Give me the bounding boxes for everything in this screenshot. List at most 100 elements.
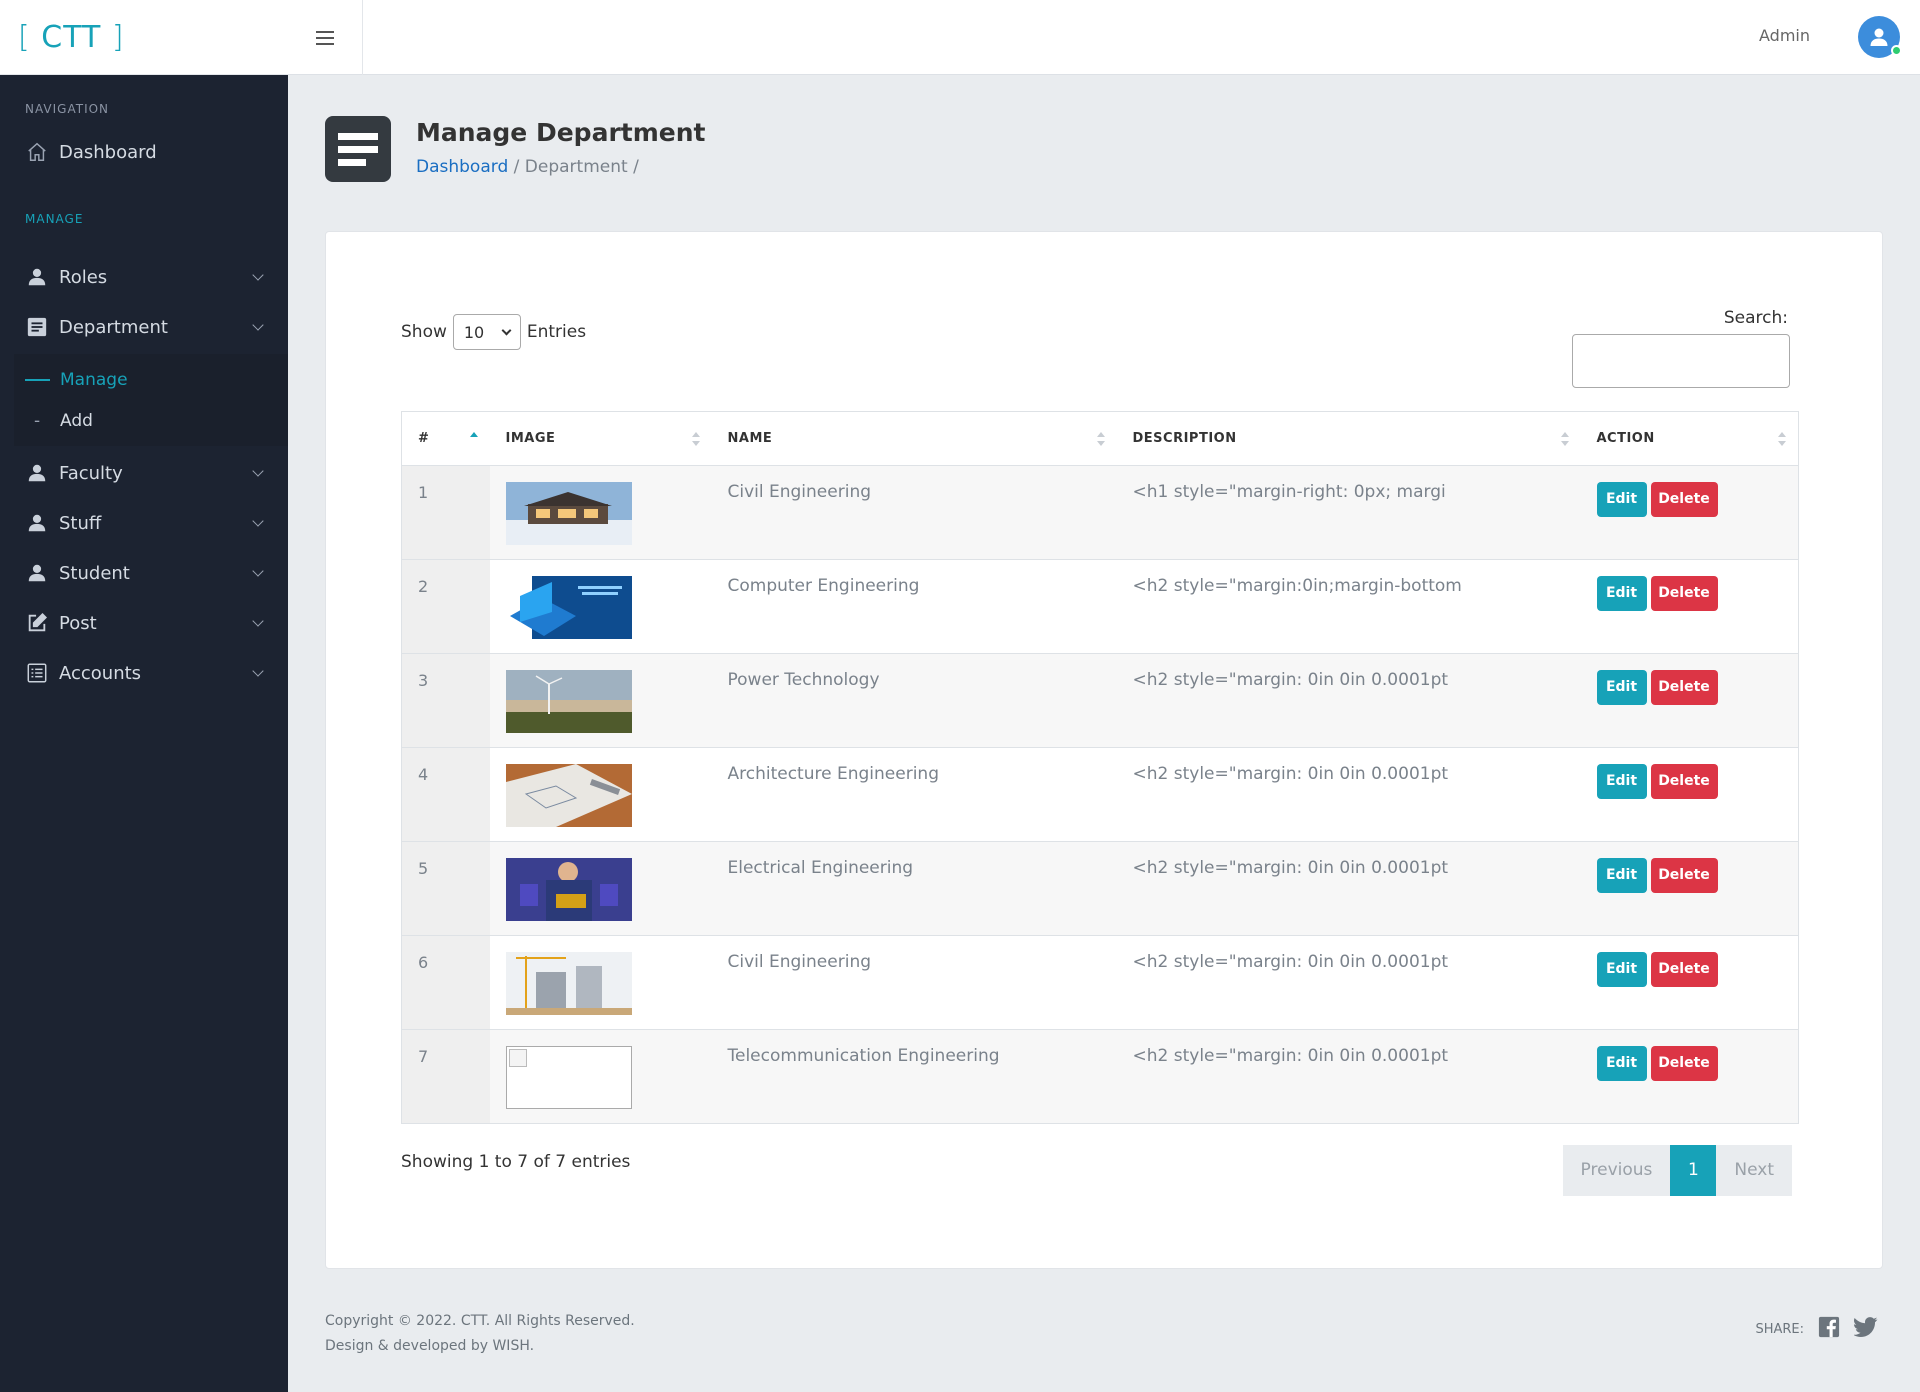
breadcrumb-current: Department [524, 157, 628, 177]
edit-button[interactable]: Edit [1596, 858, 1647, 893]
submenu-label: Manage [60, 370, 128, 390]
row-name: Civil Engineering [711, 935, 1117, 1030]
sidebar-item-label: Post [59, 612, 97, 634]
sidebar-item-accounts[interactable]: Accounts [0, 653, 288, 693]
breadcrumb-dashboard-link[interactable]: Dashboard [416, 157, 508, 177]
delete-button[interactable]: Delete [1650, 1046, 1718, 1081]
pagination: Previous 1 Next [1562, 1145, 1792, 1196]
facebook-icon[interactable] [1818, 1316, 1840, 1342]
delete-button[interactable]: Delete [1650, 858, 1718, 893]
sidebar-item-faculty[interactable]: Faculty [0, 453, 288, 493]
table-row: 1 Civil Engineering <h1 style="margin-ri… [401, 465, 1799, 560]
sidebar-item-department[interactable]: Department [0, 307, 288, 347]
user-icon [25, 561, 49, 585]
top-header: Admin [288, 0, 1920, 75]
edit-button[interactable]: Edit [1596, 764, 1647, 799]
edit-button[interactable]: Edit [1596, 1046, 1647, 1081]
row-actions: Edit Delete [1580, 653, 1799, 748]
sidebar-item-student[interactable]: Student [0, 553, 288, 593]
edit-button[interactable]: Edit [1596, 576, 1647, 611]
dash-icon: - [34, 411, 41, 431]
previous-page-button[interactable]: Previous [1562, 1145, 1671, 1196]
column-header-action[interactable]: ACTION [1580, 411, 1799, 466]
department-image-construction [505, 952, 632, 1015]
department-image-house [505, 482, 632, 545]
sort-icon [1778, 432, 1786, 446]
broken-image-icon [505, 1046, 632, 1109]
developer-text: Design & developed by WISH. [325, 1338, 535, 1354]
table-row: 3 Power Technology <h2 style="margin: 0i… [401, 653, 1799, 748]
chevron-down-icon [252, 615, 264, 627]
row-number: 3 [401, 653, 490, 748]
department-card: Show 10 Entries Search: # IMAGE NAME DES… [325, 231, 1883, 1269]
sidebar-item-roles[interactable]: Roles [0, 257, 288, 297]
table-info: Showing 1 to 7 of 7 entries [401, 1152, 631, 1172]
row-name: Electrical Engineering [711, 841, 1117, 936]
chevron-down-icon [252, 465, 264, 477]
edit-button[interactable]: Edit [1596, 952, 1647, 987]
sidebar-item-stuff[interactable]: Stuff [0, 503, 288, 543]
list-icon [25, 661, 49, 685]
chevron-down-icon [252, 665, 264, 677]
row-description: <h2 style="margin: 0in 0in 0.0001pt [1116, 747, 1581, 842]
user-name[interactable]: Admin [1759, 26, 1810, 45]
submenu-item-manage[interactable]: Manage [25, 370, 128, 390]
edit-button[interactable]: Edit [1596, 670, 1647, 705]
delete-button[interactable]: Delete [1650, 764, 1718, 799]
logo-box[interactable]: [ CTT ] [0, 0, 288, 75]
sidebar-item-label: Faculty [59, 462, 123, 484]
user-icon [25, 461, 49, 485]
edit-button[interactable]: Edit [1596, 482, 1647, 517]
delete-button[interactable]: Delete [1650, 576, 1718, 611]
table-row: 5 Electrical Engineering <h2 style="marg… [401, 841, 1799, 936]
row-actions: Edit Delete [1580, 1029, 1799, 1124]
page-button-current[interactable]: 1 [1670, 1145, 1717, 1196]
delete-button[interactable]: Delete [1650, 952, 1718, 987]
row-description: <h1 style="margin-right: 0px; margi [1116, 465, 1581, 560]
column-header-label: NAME [727, 431, 773, 446]
active-dash-icon [25, 379, 50, 381]
chevron-down-icon [252, 515, 264, 527]
nav-section-navigation: NAVIGATION [25, 102, 110, 116]
row-description: <h2 style="margin: 0in 0in 0.0001pt [1116, 1029, 1581, 1124]
row-actions: Edit Delete [1580, 841, 1799, 936]
footer-credits: Copyright © 2022. CTT. All Rights Reserv… [325, 1309, 635, 1359]
column-header-image[interactable]: IMAGE [489, 411, 712, 466]
menu-toggle-button[interactable] [288, 0, 363, 75]
share-links: SHARE: [1755, 1316, 1878, 1342]
row-image-cell [489, 935, 712, 1030]
submenu-item-add[interactable]: - Add [34, 411, 93, 431]
row-number: 6 [401, 935, 490, 1030]
department-table: # IMAGE NAME DESCRIPTION ACTION 1 Civil … [401, 411, 1799, 1124]
app-logo[interactable]: [ CTT ] [18, 20, 125, 55]
row-name: Civil Engineering [711, 465, 1117, 560]
row-image-cell [489, 747, 712, 842]
row-image-cell [489, 465, 712, 560]
column-header-label: IMAGE [505, 431, 556, 446]
delete-button[interactable]: Delete [1650, 482, 1718, 517]
avatar[interactable] [1858, 16, 1902, 58]
column-header-name[interactable]: NAME [711, 411, 1117, 466]
entries-select[interactable]: 10 [452, 314, 521, 350]
row-actions: Edit Delete [1580, 935, 1799, 1030]
entries-label: Entries [526, 322, 587, 342]
entries-length-control: Show 10 Entries [401, 314, 586, 350]
sort-icon [1096, 432, 1105, 446]
search-input[interactable] [1572, 334, 1790, 388]
table-row: 4 Architecture Engineering <h2 style="ma… [401, 747, 1799, 842]
row-description: <h2 style="margin: 0in 0in 0.0001pt [1116, 935, 1581, 1030]
sidebar-item-label: Roles [59, 266, 108, 288]
sort-icon [1560, 432, 1569, 446]
column-header-number[interactable]: # [401, 411, 490, 466]
sidebar: [ CTT ] NAVIGATION Dashboard MANAGE Role… [0, 0, 288, 1392]
sidebar-item-post[interactable]: Post [0, 603, 288, 643]
sidebar-item-dashboard[interactable]: Dashboard [0, 132, 288, 172]
chevron-down-icon [501, 325, 512, 335]
row-image-cell [489, 841, 712, 936]
next-page-button[interactable]: Next [1716, 1145, 1792, 1196]
twitter-icon[interactable] [1853, 1316, 1878, 1342]
delete-button[interactable]: Delete [1650, 670, 1718, 705]
department-submenu: Manage - Add [14, 354, 288, 446]
column-header-description[interactable]: DESCRIPTION [1116, 411, 1581, 466]
table-row: 7 Telecommunication Engineering <h2 styl… [401, 1029, 1799, 1124]
